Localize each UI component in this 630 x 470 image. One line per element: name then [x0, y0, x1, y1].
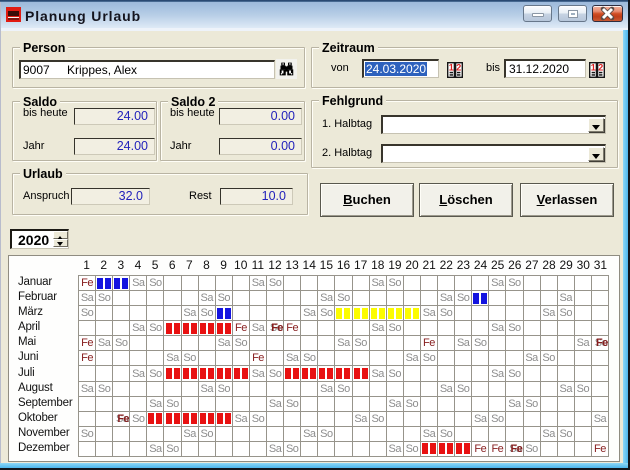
svg-text:2: 2 — [456, 63, 461, 73]
svg-text:1: 1 — [591, 63, 596, 73]
svg-text:2: 2 — [598, 63, 603, 73]
svg-text:1: 1 — [449, 63, 454, 73]
